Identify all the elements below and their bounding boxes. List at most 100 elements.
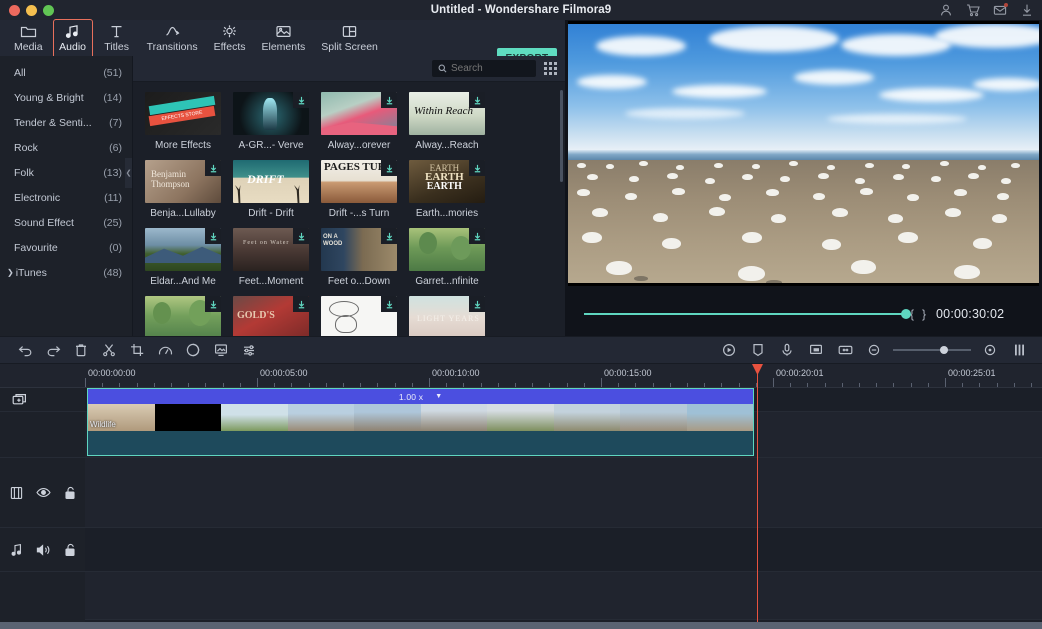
- timeline-tracks[interactable]: 1.00 x ▼ Wildlife: [85, 388, 1042, 622]
- list-item[interactable]: GOLD'S GOLE...Slaves: [233, 296, 309, 336]
- download-badge-icon[interactable]: [205, 228, 221, 244]
- download-badge-icon[interactable]: [205, 160, 221, 176]
- search-box[interactable]: [432, 60, 536, 77]
- grid-view-toggle[interactable]: [544, 62, 557, 75]
- library-scrollbar[interactable]: [560, 90, 563, 182]
- category-item-all[interactable]: All (51): [0, 60, 132, 85]
- fit-timeline-icon[interactable]: [832, 339, 858, 361]
- speed-icon[interactable]: [152, 339, 178, 361]
- sidebar-collapse-handle[interactable]: ❮: [125, 158, 132, 188]
- chevron-down-icon[interactable]: ▼: [435, 393, 442, 400]
- lock-icon[interactable]: [64, 486, 76, 500]
- timeline-clip-video[interactable]: 1.00 x ▼ Wildlife: [87, 388, 754, 456]
- list-item[interactable]: Garret...r Dust: [145, 296, 221, 336]
- settings-icon[interactable]: [236, 339, 262, 361]
- category-item-tender-sentimental[interactable]: Tender & Senti... (7): [0, 110, 132, 135]
- add-track-button[interactable]: [0, 388, 85, 412]
- download-icon[interactable]: [1020, 3, 1034, 17]
- nav-tab-transitions[interactable]: Transitions: [139, 21, 206, 55]
- speaker-icon[interactable]: [36, 543, 51, 556]
- delete-icon[interactable]: [68, 339, 94, 361]
- download-badge-icon[interactable]: [469, 296, 485, 312]
- clip-speed-header[interactable]: 1.00 x ▼: [88, 389, 753, 404]
- track-header-empty: [0, 412, 85, 458]
- voiceover-icon[interactable]: [774, 339, 800, 361]
- redo-icon[interactable]: [40, 339, 66, 361]
- track-row-video[interactable]: 1.00 x ▼ Wildlife: [85, 388, 1042, 528]
- nav-tab-elements[interactable]: Elements: [253, 21, 313, 55]
- download-badge-icon[interactable]: [469, 228, 485, 244]
- category-item-itunes[interactable]: ❯ iTunes (48): [0, 260, 132, 285]
- download-badge-icon[interactable]: [205, 296, 221, 312]
- zoom-slider-handle[interactable]: [940, 346, 948, 354]
- download-badge-icon[interactable]: [293, 92, 309, 108]
- render-preview-icon[interactable]: [716, 339, 742, 361]
- timeline-zoom-slider[interactable]: [893, 344, 971, 356]
- preview-timecode[interactable]: 00:00:30:02: [936, 307, 1004, 321]
- cart-icon[interactable]: [966, 3, 980, 17]
- download-badge-icon[interactable]: [381, 296, 397, 312]
- list-item[interactable]: Eldar...And Me: [145, 228, 221, 287]
- category-item-rock[interactable]: Rock (6): [0, 135, 132, 160]
- nav-tab-audio[interactable]: Audio: [51, 19, 95, 59]
- zoom-out-icon[interactable]: [861, 339, 887, 361]
- nav-tab-split-screen[interactable]: Split Screen: [313, 21, 386, 55]
- snapshot-timeline-icon[interactable]: [208, 339, 234, 361]
- download-badge-icon[interactable]: [381, 228, 397, 244]
- list-item[interactable]: Alway...orever: [321, 92, 397, 151]
- mark-out-button[interactable]: }: [922, 307, 926, 321]
- marker-icon[interactable]: [745, 339, 771, 361]
- split-icon[interactable]: [96, 339, 122, 361]
- music-icon[interactable]: [10, 543, 23, 557]
- download-badge-icon[interactable]: [293, 228, 309, 244]
- category-item-favourite[interactable]: Favourite (0): [0, 235, 132, 260]
- nav-tab-media[interactable]: Media: [6, 21, 51, 55]
- eye-icon[interactable]: [36, 487, 51, 498]
- zoom-in-icon[interactable]: [977, 339, 1003, 361]
- mail-unread-badge: [1004, 3, 1008, 7]
- ruler-tick-minor: [532, 383, 533, 387]
- list-item[interactable]: ON A WOOD Feet o...Down: [321, 228, 397, 287]
- mail-icon[interactable]: [993, 3, 1008, 17]
- list-item[interactable]: Within Reach Alway...Reach: [409, 92, 485, 151]
- category-item-young-bright[interactable]: Young & Bright (14): [0, 85, 132, 110]
- list-item[interactable]: A-GR...- Verve: [233, 92, 309, 151]
- list-item[interactable]: DRIFT Drift - Drift: [233, 160, 309, 219]
- scrubber-handle[interactable]: [901, 309, 911, 319]
- category-item-sound-effect[interactable]: Sound Effect (25): [0, 210, 132, 235]
- list-item[interactable]: EFFECTS STORE More Effects: [145, 92, 221, 151]
- account-icon[interactable]: [939, 3, 953, 17]
- category-item-folk[interactable]: Folk (13): [0, 160, 132, 185]
- scrubber-track[interactable]: [584, 309, 911, 319]
- list-item[interactable]: Benjamin Thompson Benja...Lullaby: [145, 160, 221, 219]
- lock-icon[interactable]: [64, 543, 76, 557]
- download-badge-icon[interactable]: [381, 160, 397, 176]
- list-item[interactable]: LIGHT YEARS: [409, 296, 485, 336]
- nav-tab-titles[interactable]: Titles: [95, 21, 139, 55]
- timeline-ruler[interactable]: 00:00:00:00 00:00:05:00 00:00:10:00 00:00:1…: [0, 364, 1042, 388]
- list-item[interactable]: PAGES TURN Drift -...s Turn: [321, 160, 397, 219]
- track-row-audio[interactable]: [85, 528, 1042, 572]
- crop-icon[interactable]: [124, 339, 150, 361]
- list-item[interactable]: Lady...nd Sky: [321, 296, 397, 336]
- manage-tracks-icon[interactable]: [1006, 339, 1032, 361]
- download-badge-icon[interactable]: [381, 92, 397, 108]
- color-icon[interactable]: [180, 339, 206, 361]
- search-input[interactable]: [451, 63, 521, 74]
- video-preview[interactable]: [568, 21, 1039, 286]
- list-item[interactable]: EARTH EARTH EARTH Earth...mories: [409, 160, 485, 219]
- track-row-bottom[interactable]: [85, 572, 1042, 620]
- nav-tab-effects[interactable]: Effects: [206, 21, 254, 55]
- film-icon[interactable]: [10, 486, 23, 500]
- category-item-electronic[interactable]: Electronic (11): [0, 185, 132, 210]
- crop-zoom-icon[interactable]: [803, 339, 829, 361]
- download-badge-icon[interactable]: [469, 160, 485, 176]
- download-badge-icon[interactable]: [469, 92, 485, 108]
- list-item[interactable]: Garret...nfinite: [409, 228, 485, 287]
- playhead[interactable]: [752, 364, 763, 622]
- bottom-scrollbar[interactable]: [0, 622, 1042, 629]
- track-header-video: [0, 458, 85, 528]
- download-badge-icon[interactable]: [293, 296, 309, 312]
- list-item[interactable]: Feet on Water Feet...Moment: [233, 228, 309, 287]
- undo-icon[interactable]: [12, 339, 38, 361]
